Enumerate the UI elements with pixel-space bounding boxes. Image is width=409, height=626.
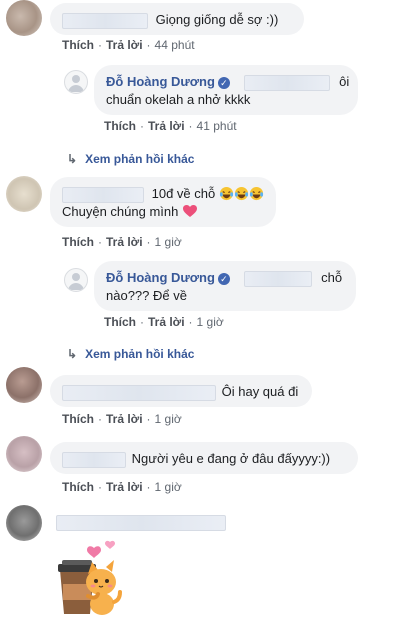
commenter-avatar[interactable] (6, 367, 42, 403)
like-link[interactable]: Thích (62, 38, 94, 52)
redacted-name (56, 515, 226, 531)
view-more-replies[interactable]: ↳ Xem phản hồi khác (67, 152, 194, 166)
commenter-avatar[interactable] (6, 176, 42, 212)
person-silhouette-icon (68, 75, 84, 92)
redacted-name (62, 384, 216, 401)
view-more-label: Xem phản hồi khác (85, 152, 195, 166)
redacted-name (62, 12, 148, 29)
timestamp[interactable]: 1 giờ (197, 315, 224, 329)
redacted-mention (243, 270, 312, 287)
cat-hugging-coffee-cup-sticker[interactable] (52, 536, 132, 616)
tears-of-joy-emoji (249, 186, 263, 201)
reply-link[interactable]: Trả lời (106, 412, 143, 426)
comment-bubble: 10đ về chỗ Chuyện chúng mình (50, 177, 276, 227)
comment-text: Ôi hay quá đi (221, 384, 299, 399)
reply-link[interactable]: Trả lời (148, 315, 185, 329)
reply-actions: Thích · Trả lời · 41 phút (104, 119, 237, 133)
like-link[interactable]: Thích (62, 235, 94, 249)
comment-actions: Thích · Trả lời · 1 giờ (62, 480, 182, 494)
comment-bubble: Giọng giống dễ sợ :)) (50, 3, 304, 35)
comment-text-line2: Chuyện chúng mình (62, 203, 179, 219)
tears-of-joy-emoji (219, 186, 233, 201)
timestamp[interactable]: 1 giờ (155, 235, 182, 249)
verified-badge-icon: ✓ (217, 272, 230, 285)
reply-arrow-icon: ↳ (67, 152, 78, 166)
reply-text: nào??? Để về (106, 287, 187, 303)
comment-text: Người yêu e đang ở đâu đấyyyy:)) (131, 451, 331, 466)
comment-text: 10đ về chỗ (151, 186, 216, 201)
reply-link[interactable]: Trả lời (106, 235, 143, 249)
comment-actions: Thích · Trả lời · 44 phút (62, 38, 195, 52)
like-link[interactable]: Thích (62, 480, 94, 494)
comment-text: Giọng giống dễ sợ :)) (155, 12, 279, 27)
comment-actions: Thích · Trả lời · 1 giờ (62, 235, 182, 249)
reply-text: chuẩn okelah a nhở kkkk (106, 91, 251, 107)
reply-bubble: Đỗ Hoàng Dương ✓ ôi chuẩn okelah a nhở kk… (94, 65, 358, 115)
commenter-avatar[interactable] (6, 436, 42, 472)
page-avatar[interactable] (64, 70, 88, 94)
timestamp[interactable]: 1 giờ (155, 412, 182, 426)
timestamp[interactable]: 1 giờ (155, 480, 182, 494)
commenter-avatar[interactable] (6, 505, 42, 541)
like-link[interactable]: Thích (104, 315, 136, 329)
person-silhouette-icon (68, 273, 84, 290)
reply-link[interactable]: Trả lời (106, 38, 143, 52)
commenter-avatar[interactable] (6, 0, 42, 36)
reply-text-suffix: ôi (339, 74, 350, 89)
reply-arrow-icon: ↳ (67, 347, 78, 361)
comment-bubble: Ôi hay quá đi (50, 375, 312, 407)
view-more-replies[interactable]: ↳ Xem phản hồi khác (67, 347, 194, 361)
timestamp[interactable]: 44 phút (155, 38, 195, 52)
reply-link[interactable]: Trả lời (148, 119, 185, 133)
redacted-name (62, 451, 126, 468)
reply-text-suffix: chỗ (321, 270, 343, 285)
redacted-name (62, 186, 144, 203)
comment-bubble: Người yêu e đang ở đâu đấyyyy:)) (50, 442, 358, 474)
like-link[interactable]: Thích (104, 119, 136, 133)
redacted-mention (243, 74, 330, 91)
tears-of-joy-emoji (234, 186, 248, 201)
view-more-label: Xem phản hồi khác (85, 347, 195, 361)
pink-heart-emoji (182, 204, 197, 217)
author-name[interactable]: Đỗ Hoàng Dương (106, 74, 215, 89)
page-avatar[interactable] (64, 268, 88, 292)
like-link[interactable]: Thích (62, 412, 94, 426)
author-name[interactable]: Đỗ Hoàng Dương (106, 270, 215, 285)
reply-bubble: Đỗ Hoàng Dương ✓ chỗ nào??? Để về (94, 261, 356, 311)
timestamp[interactable]: 41 phút (197, 119, 237, 133)
comment-actions: Thích · Trả lời · 1 giờ (62, 412, 182, 426)
reply-actions: Thích · Trả lời · 1 giờ (104, 315, 224, 329)
verified-badge-icon: ✓ (217, 76, 230, 89)
reply-link[interactable]: Trả lời (106, 480, 143, 494)
